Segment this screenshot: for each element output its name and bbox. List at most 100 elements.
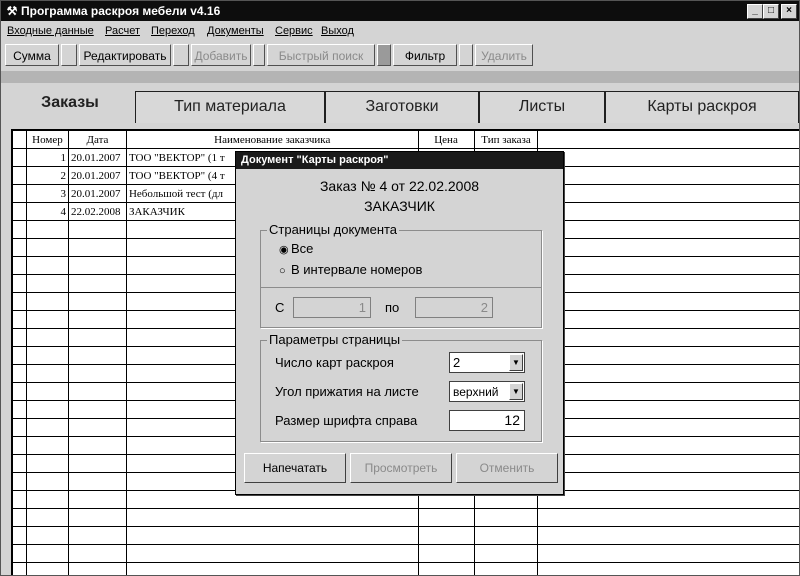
font-size-input[interactable]: 12 (449, 410, 525, 431)
column-header[interactable]: Цена (417, 130, 475, 149)
table-cell[interactable] (67, 220, 127, 239)
table-cell[interactable] (67, 418, 127, 437)
table-cell[interactable] (25, 274, 69, 293)
row-indicator[interactable] (12, 454, 27, 473)
table-cell[interactable] (25, 220, 69, 239)
table-cell[interactable] (473, 562, 539, 575)
from-page-field[interactable]: 1 (293, 297, 371, 318)
chevron-down-icon[interactable]: ▼ (509, 383, 523, 400)
table-cell[interactable] (67, 454, 127, 473)
menu-input-data[interactable]: Входные данные (7, 25, 94, 37)
table-cell[interactable] (417, 526, 475, 545)
table-cell[interactable] (25, 310, 69, 329)
table-cell[interactable] (125, 526, 419, 545)
menu-exit[interactable]: Выход (321, 25, 354, 37)
table-cell[interactable] (67, 292, 127, 311)
radio-all[interactable]: ◉ Все (279, 241, 313, 256)
row-indicator[interactable] (12, 382, 27, 401)
table-cell[interactable]: 22.02.2008 (67, 202, 127, 221)
table-row[interactable] (12, 544, 799, 563)
table-row[interactable] (12, 526, 799, 545)
table-cell[interactable] (25, 238, 69, 257)
row-indicator[interactable] (12, 238, 27, 257)
row-indicator[interactable] (12, 202, 27, 221)
table-cell[interactable] (25, 526, 69, 545)
row-indicator[interactable] (12, 508, 27, 527)
add-button[interactable]: Добавить (191, 44, 251, 66)
row-indicator[interactable] (12, 256, 27, 275)
row-indicator[interactable] (12, 328, 27, 347)
table-cell[interactable] (25, 472, 69, 491)
table-cell[interactable] (125, 508, 419, 527)
table-cell[interactable]: 2 (25, 166, 69, 185)
radio-range[interactable]: ○ В интервале номеров (279, 262, 422, 277)
table-cell[interactable] (25, 508, 69, 527)
table-cell[interactable]: 3 (25, 184, 69, 203)
table-cell[interactable] (67, 508, 127, 527)
table-cell[interactable] (25, 454, 69, 473)
table-cell[interactable] (417, 562, 475, 575)
table-cell[interactable]: 20.01.2007 (67, 184, 127, 203)
cancel-button[interactable]: Отменить (456, 453, 558, 483)
menu-service[interactable]: Сервис (275, 25, 313, 37)
quick-search-button[interactable]: Быстрый поиск (267, 44, 375, 66)
table-cell[interactable]: 20.01.2007 (67, 148, 127, 167)
print-button[interactable]: Напечатать (244, 453, 346, 483)
preview-button[interactable]: Просмотреть (350, 453, 452, 483)
table-cell[interactable] (25, 418, 69, 437)
row-indicator[interactable] (12, 184, 27, 203)
table-cell[interactable] (125, 544, 419, 563)
corner-select[interactable]: верхний ▼ (449, 381, 525, 402)
table-cell[interactable] (25, 490, 69, 509)
row-indicator[interactable] (12, 148, 27, 167)
cards-count-select[interactable]: 2 ▼ (449, 352, 525, 373)
table-cell[interactable] (67, 328, 127, 347)
app-icon[interactable]: ⚒ (5, 4, 19, 18)
table-cell[interactable] (67, 562, 127, 575)
table-cell[interactable] (25, 256, 69, 275)
row-indicator[interactable] (12, 400, 27, 419)
edit-button[interactable]: Редактировать (79, 44, 171, 66)
maximize-button[interactable]: □ (763, 4, 779, 19)
table-cell[interactable] (67, 310, 127, 329)
table-cell[interactable] (67, 490, 127, 509)
table-cell[interactable] (473, 508, 539, 527)
chevron-down-icon[interactable]: ▼ (509, 354, 523, 371)
menu-calculation[interactable]: Расчет (105, 25, 140, 37)
row-indicator[interactable] (12, 472, 27, 491)
table-cell[interactable] (417, 544, 475, 563)
to-page-field[interactable]: 2 (415, 297, 493, 318)
close-button[interactable]: × (781, 4, 797, 19)
row-indicator[interactable] (12, 310, 27, 329)
table-cell[interactable] (67, 274, 127, 293)
table-cell[interactable] (25, 346, 69, 365)
row-indicator[interactable] (12, 490, 27, 509)
table-row[interactable] (12, 562, 799, 575)
menu-documents[interactable]: Документы (207, 25, 264, 37)
table-cell[interactable]: 20.01.2007 (67, 166, 127, 185)
filter-button[interactable]: Фильтр (393, 44, 457, 66)
table-cell[interactable] (25, 400, 69, 419)
table-cell[interactable] (67, 346, 127, 365)
menu-navigate[interactable]: Переход (151, 25, 195, 37)
table-cell[interactable] (125, 562, 419, 575)
table-cell[interactable] (67, 544, 127, 563)
table-cell[interactable] (25, 328, 69, 347)
table-cell[interactable] (25, 544, 69, 563)
row-indicator[interactable] (12, 562, 27, 575)
tab-blanks[interactable]: Заготовки (325, 91, 479, 123)
row-indicator[interactable] (12, 526, 27, 545)
row-indicator[interactable] (12, 346, 27, 365)
row-indicator[interactable] (12, 544, 27, 563)
table-cell[interactable] (67, 526, 127, 545)
table-cell[interactable] (67, 436, 127, 455)
table-cell[interactable] (25, 382, 69, 401)
table-cell[interactable] (67, 256, 127, 275)
table-cell[interactable] (25, 292, 69, 311)
delete-button[interactable]: Удалить (475, 44, 533, 66)
table-cell[interactable] (473, 544, 539, 563)
table-cell[interactable] (25, 436, 69, 455)
tab-cutting-maps[interactable]: Карты раскроя (605, 91, 799, 123)
column-header[interactable]: Дата (67, 130, 127, 149)
table-row[interactable] (12, 508, 799, 527)
